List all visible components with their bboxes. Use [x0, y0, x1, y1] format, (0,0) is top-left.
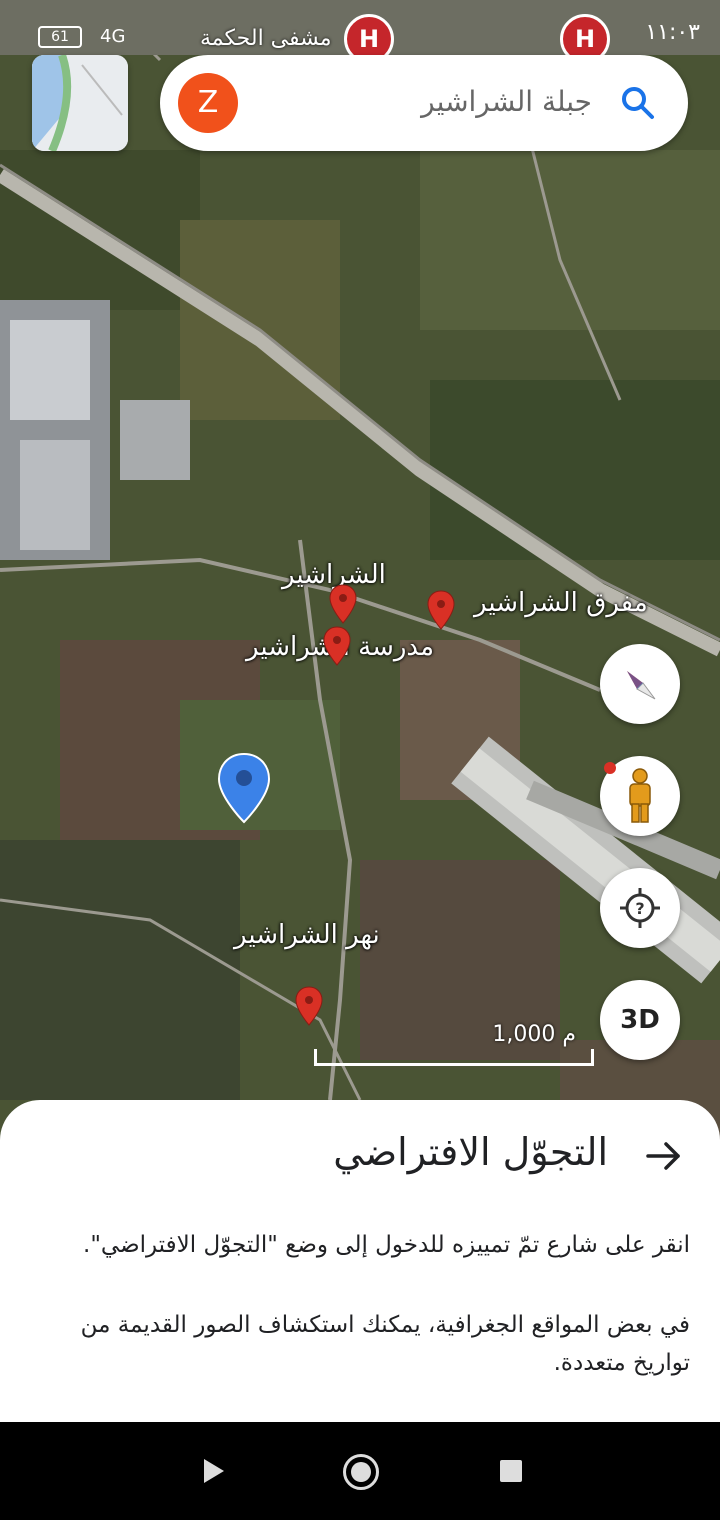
place-pin-icon[interactable]: [427, 590, 455, 630]
sheet-title: التجوّل الافتراضي: [333, 1130, 608, 1174]
place-label-junction[interactable]: مفرق الشراشير: [474, 588, 648, 618]
search-icon[interactable]: [618, 83, 658, 123]
search-query[interactable]: جبلة الشراشير: [421, 85, 592, 118]
search-bar[interactable]: Z جبلة الشراشير: [160, 55, 688, 151]
battery-indicator: 61: [38, 26, 82, 48]
satellite-map[interactable]: 61 4G ١١:٠٣ مشفى الحكمة H H Z جبلة الشرا…: [0, 0, 720, 1140]
hospital-label[interactable]: مشفى الحكمة: [200, 26, 332, 51]
pegman-icon: [629, 768, 651, 823]
location-pin-icon[interactable]: [216, 752, 272, 824]
notification-dot: [604, 762, 616, 774]
place-label-river[interactable]: نهر الشراشير: [234, 920, 380, 950]
signal-indicator: 4G: [100, 26, 126, 47]
recents-square-icon[interactable]: [500, 1460, 522, 1482]
location-help-icon: ?: [620, 888, 660, 928]
system-nav-bar: [0, 1422, 720, 1520]
street-view-sheet: التجوّل الافتراضي انقر على شارع تمّ تميي…: [0, 1100, 720, 1422]
clock: ١١:٠٣: [645, 20, 700, 45]
arrow-right-icon[interactable]: [644, 1136, 684, 1176]
scale-line: [314, 1049, 594, 1066]
account-avatar[interactable]: Z: [178, 73, 238, 133]
scale-value: 1,000 م: [492, 1022, 576, 1047]
my-location-button[interactable]: ?: [600, 868, 680, 948]
compass-icon: [627, 671, 656, 700]
home-circle-icon[interactable]: [343, 1454, 379, 1490]
svg-text:?: ?: [635, 899, 644, 918]
scale-bar: 1,000 م: [314, 1018, 594, 1066]
place-pin-icon[interactable]: [323, 626, 351, 666]
layers-button[interactable]: [32, 55, 128, 151]
compass-button[interactable]: [600, 644, 680, 724]
sheet-description: في بعض المواقع الجغرافية، يمكنك استكشاف …: [80, 1312, 690, 1376]
sheet-instruction: انقر على شارع تمّ تمييزه للدخول إلى وضع …: [83, 1232, 690, 1258]
3d-toggle-button[interactable]: 3D: [600, 980, 680, 1060]
place-pin-icon[interactable]: [329, 584, 357, 624]
back-triangle-icon[interactable]: [200, 1456, 226, 1486]
